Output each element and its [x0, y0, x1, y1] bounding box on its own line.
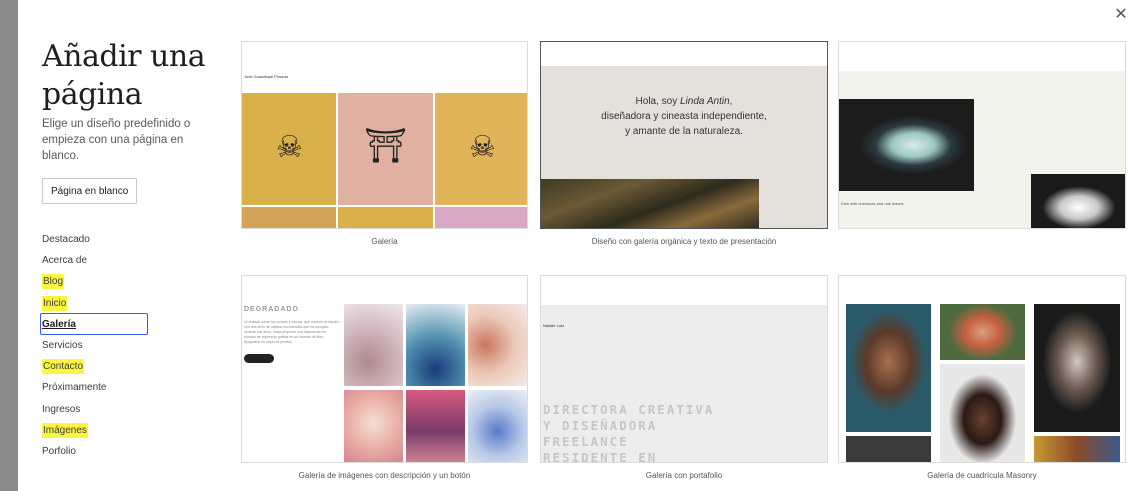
preview-intro-text: Hola, soy Linda Antin, diseñadora y cine… [601, 96, 767, 137]
portrait-photo [940, 364, 1025, 462]
category-contacto[interactable]: Contacto [42, 356, 222, 377]
category-list: Destacado Acerca de Blog Inicio Galería … [40, 229, 222, 462]
gradient-tile [406, 304, 465, 386]
preview-button [244, 354, 274, 363]
preview-photo [1031, 174, 1125, 228]
category-galeria[interactable]: Galería [40, 312, 222, 335]
category-ingresos[interactable]: Ingresos [42, 399, 222, 420]
pattern-card-portfolio[interactable]: Natalie Lutz DIRECTORA CREATIVA Y DISEÑA… [540, 275, 828, 463]
preview-header [839, 42, 1125, 71]
portrait-photo [846, 304, 931, 432]
modal-title: Añadir una página [42, 39, 206, 112]
category-proximamente[interactable]: Próximamente [42, 377, 222, 398]
portrait-photo [1034, 304, 1120, 432]
engraving-icon: ⛩ [364, 127, 408, 165]
preview-body: Un tratado sobre los colores y formas, q… [244, 320, 339, 344]
skeleton-figure-icon: ☠ [276, 131, 303, 164]
preview-header [541, 276, 827, 305]
preview-heading: DEGRADADO [244, 306, 299, 313]
scrollbar-edge [0, 0, 18, 491]
preview-tile: ⛩ [338, 93, 433, 205]
pattern-card-galeria[interactable]: José Guadalupe Posada ☠ ⛩ ☠ [241, 41, 528, 229]
close-icon[interactable]: ✕ [1112, 6, 1130, 24]
preview-big-text: DIRECTORA CREATIVA Y DISEÑADORA FREELANC… [543, 402, 715, 463]
preview-photo [839, 99, 974, 191]
preview-caption: Dish with chestnuts and oak leaves [841, 201, 904, 206]
pattern-card-masonry[interactable] [838, 275, 1126, 463]
preview-header [541, 42, 827, 66]
category-inicio[interactable]: Inicio [42, 293, 222, 314]
gradient-tile [468, 304, 527, 386]
pattern-card-gradient-gallery[interactable]: DEGRADADO Un tratado sobre los colores y… [241, 275, 528, 463]
pattern-card-organic-gallery[interactable]: Hola, soy Linda Antin, diseñadora y cine… [540, 41, 828, 229]
gradient-tile [344, 390, 403, 462]
gradient-tile [406, 390, 465, 462]
category-porfolio[interactable]: Porfolio [42, 441, 222, 462]
portrait-photo [1034, 436, 1120, 462]
category-blog[interactable]: Blog [42, 271, 222, 292]
preview-name: Natalie Lutz [543, 323, 565, 328]
preview-name: José Guadalupe Posada [244, 74, 288, 79]
pattern-caption: Galería de imágenes con descripción y un… [298, 471, 471, 480]
preview-tile [435, 207, 527, 228]
modal-subtitle: Elige un diseño predefinido o empieza co… [42, 118, 191, 162]
category-acerca-de[interactable]: Acerca de [42, 250, 222, 271]
pattern-caption: Galería [371, 237, 398, 246]
add-page-modal: ✕ Añadir una página Elige un diseño pred… [0, 0, 1136, 491]
skeleton-figure-icon: ☠ [469, 131, 496, 164]
gradient-tile [468, 390, 527, 462]
gradient-tile [344, 304, 403, 386]
preview-tile [338, 207, 433, 228]
modal-sidebar: Añadir una página Elige un diseño predef… [40, 38, 222, 462]
category-imagenes[interactable]: Imágenes [42, 420, 222, 441]
blank-page-button[interactable]: Página en blanco [42, 178, 138, 204]
pattern-caption: Galería con portafolio [645, 471, 723, 480]
pattern-caption: Diseño con galería orgánica y texto de p… [591, 237, 777, 246]
category-destacado[interactable]: Destacado [42, 229, 222, 250]
preview-tile [242, 207, 336, 228]
preview-tile: ☠ [435, 93, 527, 205]
pattern-caption: Galería de cuadrícula Masonry [927, 471, 1037, 480]
preview-photo [541, 179, 759, 228]
category-servicios[interactable]: Servicios [42, 335, 222, 356]
portrait-photo [846, 436, 931, 462]
preview-tile: ☠ [242, 93, 336, 205]
pattern-card-ceramics[interactable]: Dish with chestnuts and oak leaves [838, 41, 1126, 229]
portrait-photo [940, 304, 1025, 360]
